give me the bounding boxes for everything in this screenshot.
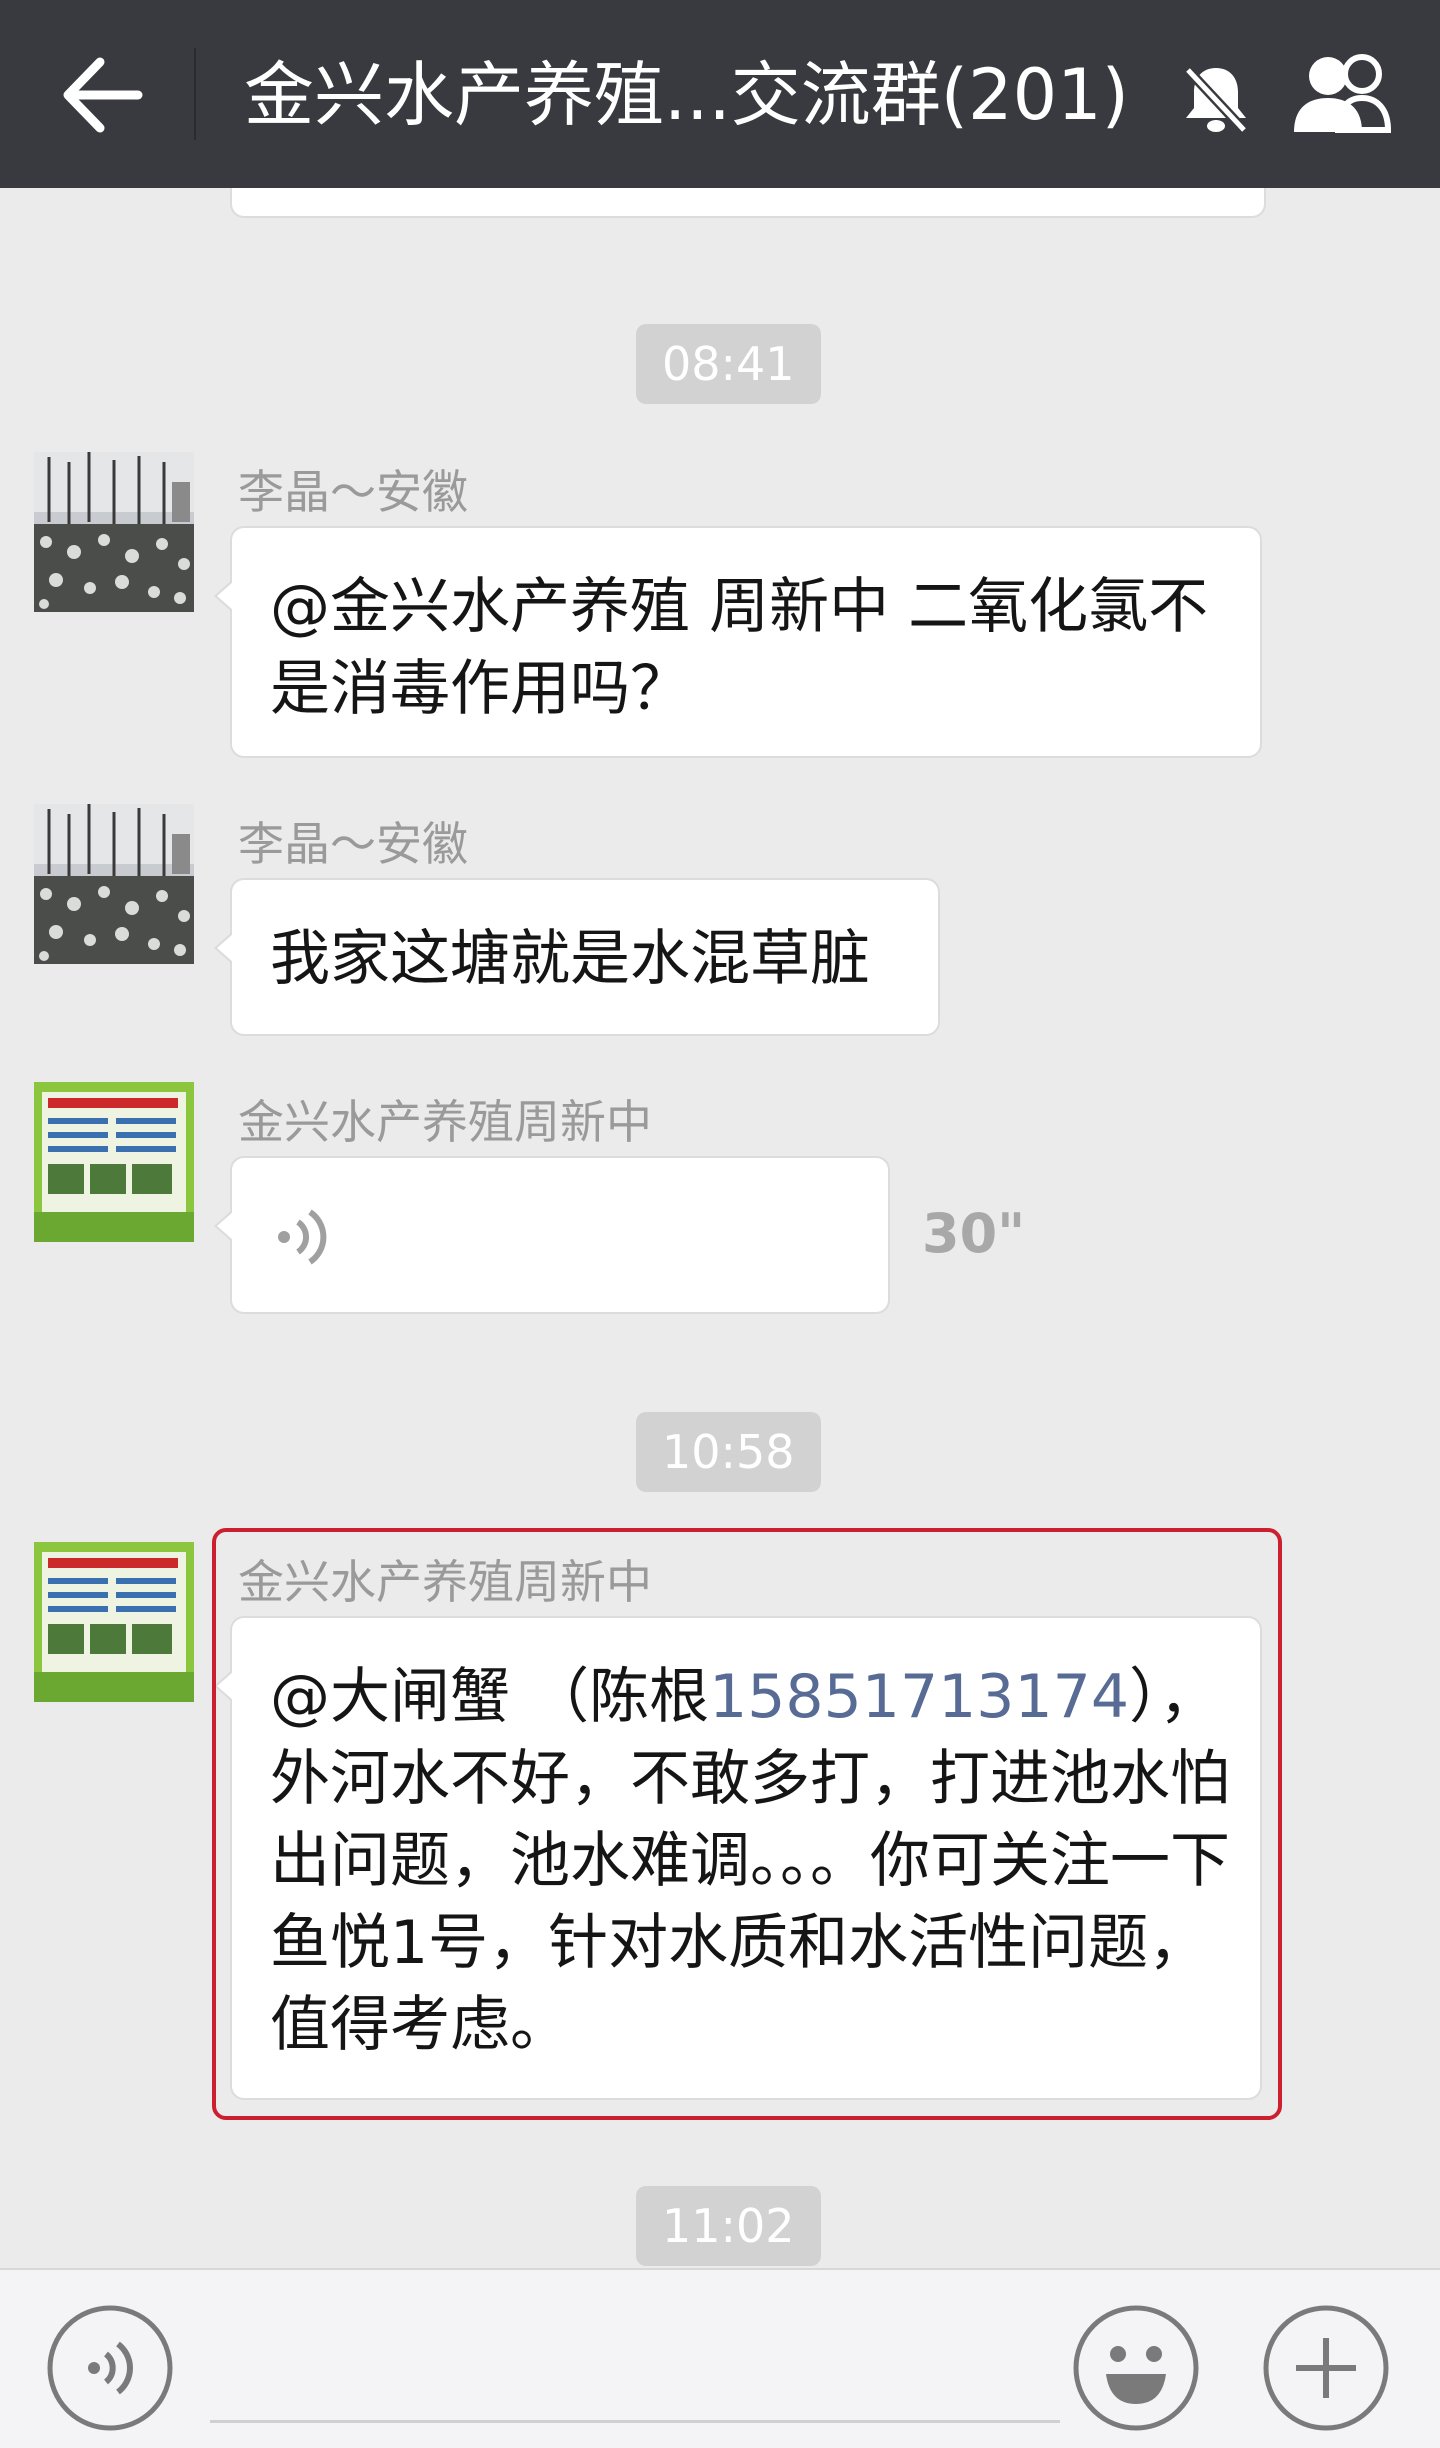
message-bubble[interactable]: @金兴水产养殖 周新中 二氧化氯不是消毒作用吗？ <box>214 526 1262 758</box>
message-bubble[interactable]: 我家这塘就是水混草脏 <box>214 878 940 1036</box>
avatar[interactable] <box>34 452 194 612</box>
avatar[interactable] <box>34 1542 194 1702</box>
timestamp: 11:02 <box>636 2186 821 2266</box>
message-text: 我家这塘就是水混草脏 <box>270 924 870 994</box>
header-divider <box>194 48 196 140</box>
message-input-field[interactable] <box>210 2420 1060 2423</box>
highlight-annotation-box <box>212 1528 1282 2120</box>
voice-input-icon[interactable] <box>46 2304 174 2432</box>
plus-icon[interactable] <box>1262 2304 1390 2432</box>
mute-bell-icon[interactable] <box>1176 58 1256 138</box>
chat-title: 金兴水产养殖...交流群(201) <box>244 54 1129 136</box>
back-arrow-icon[interactable] <box>56 50 152 140</box>
chat-message-area[interactable]: 08:41 李晶～安徽 @金兴水产养殖 周新中 二氧化氯不是消毒作用吗？ 李晶～… <box>0 188 1440 2268</box>
voice-wave-icon <box>278 1209 327 1265</box>
emoji-icon[interactable] <box>1072 2304 1200 2432</box>
avatar[interactable] <box>34 1082 194 1242</box>
avatar[interactable] <box>34 804 194 964</box>
sender-name: 金兴水产养殖周新中 <box>238 1095 652 1149</box>
chat-header: 金兴水产养殖...交流群(201) <box>0 0 1440 188</box>
group-members-icon[interactable] <box>1286 48 1402 138</box>
previous-message-bubble[interactable] <box>230 188 1266 218</box>
message-text: @金兴水产养殖 周新中 二氧化氯不是消毒作用吗？ <box>270 572 1209 724</box>
timestamp: 08:41 <box>636 324 821 404</box>
voice-message-bubble[interactable] <box>214 1156 890 1314</box>
input-toolbar <box>0 2268 1440 2448</box>
timestamp: 10:58 <box>636 1412 821 1492</box>
sender-name: 李晶～安徽 <box>238 817 468 871</box>
voice-duration: 30" <box>922 1202 1026 1265</box>
sender-name: 李晶～安徽 <box>238 465 468 519</box>
